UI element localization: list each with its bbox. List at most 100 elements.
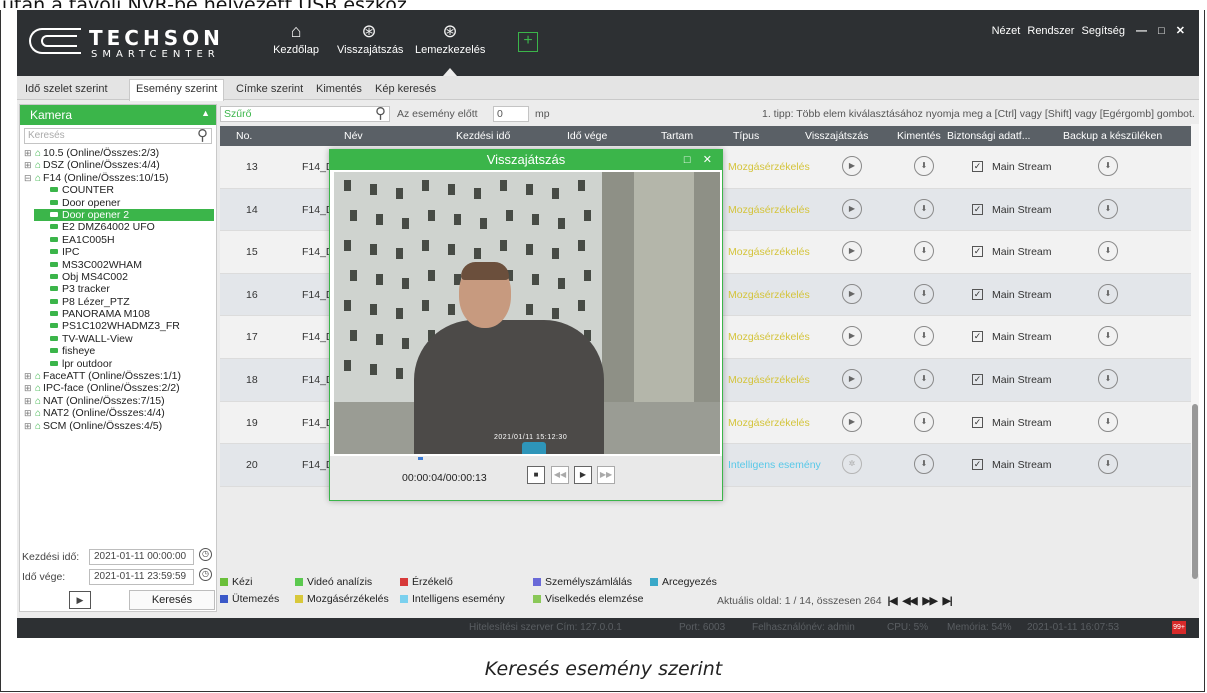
tree-camera-node[interactable]: P8 Lézer_PTZ <box>20 296 216 308</box>
tree-camera-node[interactable]: TV-WALL-View <box>20 333 216 345</box>
stream-checkbox[interactable]: ✓ <box>972 288 983 300</box>
expand-icon[interactable]: ⊟ <box>24 172 33 184</box>
menu-help[interactable]: Segítség <box>1082 25 1125 37</box>
tree-group-node[interactable]: ⊞ ⌂ NAT (Online/Összes:7/15) <box>20 395 216 407</box>
legend-item[interactable]: Érzékelő <box>400 576 453 588</box>
legend-item[interactable]: Kézi <box>220 576 252 588</box>
device-backup-icon[interactable]: ⬇ <box>1098 283 1118 304</box>
column-header[interactable]: Kimentés <box>897 130 941 142</box>
collapse-icon[interactable]: ▲ <box>201 108 210 118</box>
maximize-icon[interactable]: □ <box>1158 25 1165 37</box>
playback-icon[interactable]: ▶ <box>842 368 862 389</box>
next-page-icon[interactable]: ▶▶ <box>923 595 938 607</box>
first-page-icon[interactable]: |◀ <box>888 595 898 607</box>
scroll-thumb[interactable] <box>1192 404 1198 579</box>
minimize-icon[interactable]: — <box>1136 25 1147 37</box>
search-icon[interactable]: ⚲ <box>375 104 386 122</box>
menu-view[interactable]: Nézet <box>992 25 1021 37</box>
tree-camera-node[interactable]: PS1C102WHADMZ3_FR <box>20 320 216 332</box>
column-header[interactable]: Tartam <box>661 130 693 142</box>
device-backup-icon[interactable]: ⬇ <box>1098 454 1118 475</box>
tab-by-label[interactable]: Címke szerint <box>230 80 309 100</box>
legend-item[interactable]: Arcegyezés <box>650 576 717 588</box>
device-backup-icon[interactable]: ⬇ <box>1098 198 1118 219</box>
tree-camera-node[interactable]: COUNTER <box>20 184 216 196</box>
tree-camera-node[interactable]: Door opener 2 <box>34 208 214 222</box>
last-page-icon[interactable]: ▶| <box>943 595 953 607</box>
column-header[interactable]: Kezdési idő <box>456 130 510 142</box>
tree-camera-node[interactable]: P3 tracker <box>20 283 216 295</box>
expand-icon[interactable]: ⊞ <box>24 395 33 407</box>
expand-icon[interactable]: ⊞ <box>24 382 33 394</box>
tree-camera-node[interactable]: E2 DMZ64002 UFO <box>20 221 216 233</box>
search-button[interactable]: Keresés <box>129 590 215 610</box>
add-tab-button[interactable]: + <box>518 32 538 52</box>
tree-camera-node[interactable]: MS3C002WHAM <box>20 259 216 271</box>
nav-home[interactable]: ⌂ Kezdőlap <box>271 18 321 68</box>
stop-icon[interactable]: ■ <box>527 466 545 484</box>
rewind-icon[interactable]: ◀◀ <box>551 466 569 484</box>
download-icon[interactable]: ⬇ <box>914 326 934 347</box>
device-backup-icon[interactable]: ⬇ <box>1098 368 1118 389</box>
close-icon[interactable]: ✕ <box>1176 25 1185 37</box>
tree-camera-node[interactable]: PANORAMA M108 <box>20 308 216 320</box>
clock-icon[interactable]: ◷ <box>199 568 212 581</box>
download-icon[interactable]: ⬇ <box>914 411 934 432</box>
tab-image-search[interactable]: Kép keresés <box>369 80 442 100</box>
clock-icon[interactable]: ◷ <box>199 548 212 561</box>
playback-icon[interactable]: ▶ <box>842 156 862 176</box>
playback-icon[interactable]: ▶ <box>842 326 862 347</box>
tree-camera-node[interactable]: Door opener <box>20 197 216 209</box>
playback-icon[interactable]: ▶ <box>842 411 862 432</box>
nav-disk[interactable]: ⊛ Lemezkezelés <box>415 18 485 76</box>
expand-icon[interactable]: ⊞ <box>24 159 33 171</box>
device-backup-icon[interactable]: ⬇ <box>1098 156 1118 176</box>
download-icon[interactable]: ⬇ <box>914 368 934 389</box>
camera-search-input[interactable]: Keresés ⚲ <box>24 126 212 144</box>
search-icon[interactable]: ⚲ <box>197 126 208 144</box>
legend-item[interactable]: Személyszámlálás <box>533 576 632 588</box>
tree-camera-node[interactable]: IPC <box>20 246 216 258</box>
menu-system[interactable]: Rendszer <box>1027 25 1074 37</box>
column-header[interactable]: Típus <box>733 130 759 142</box>
tree-group-node[interactable]: ⊞ ⌂ DSZ (Online/Összes:4/4) <box>20 159 216 171</box>
column-header[interactable]: Biztonsági adatf... <box>947 130 1030 142</box>
end-time-input[interactable]: 2021-01-11 23:59:59 <box>89 569 194 585</box>
tree-camera-node[interactable]: fisheye <box>20 345 216 357</box>
tree-camera-node[interactable]: EA1C005H <box>20 234 216 246</box>
tree-group-node[interactable]: ⊟ ⌂ F14 (Online/Összes:10/15) <box>20 172 216 184</box>
download-icon[interactable]: ⬇ <box>914 241 934 262</box>
progress-marker[interactable] <box>418 457 423 460</box>
playback-icon[interactable]: ▶ <box>842 198 862 219</box>
legend-item[interactable]: Videó analízis <box>295 576 372 588</box>
tree-group-node[interactable]: ⊞ ⌂ NAT2 (Online/Összes:4/4) <box>20 407 216 419</box>
column-header[interactable]: Név <box>344 130 363 142</box>
legend-item[interactable]: Mozgásérzékelés <box>295 593 389 605</box>
tree-group-node[interactable]: ⊞ ⌂ 10.5 (Online/Összes:2/3) <box>20 147 216 159</box>
stream-checkbox[interactable]: ✓ <box>972 373 983 385</box>
column-header[interactable]: Backup a készüléken <box>1063 130 1162 142</box>
expand-icon[interactable]: ⊞ <box>24 370 33 382</box>
prev-page-icon[interactable]: ◀◀ <box>902 595 917 607</box>
close-icon[interactable]: ✕ <box>703 154 712 166</box>
fast-forward-icon[interactable]: ▶▶ <box>597 466 615 484</box>
maximize-icon[interactable]: □ <box>684 154 691 166</box>
tree-group-node[interactable]: ⊞ ⌂ SCM (Online/Összes:4/5) <box>20 420 216 432</box>
device-backup-icon[interactable]: ⬇ <box>1098 241 1118 262</box>
filter-input[interactable]: Szűrő ⚲ <box>220 104 390 122</box>
expand-icon[interactable]: ⊞ <box>24 147 33 159</box>
playback-icon[interactable]: ▶ <box>842 241 862 262</box>
legend-item[interactable]: Intelligens esemény <box>400 593 505 605</box>
alarm-badge[interactable]: 99+ <box>1172 621 1186 634</box>
device-backup-icon[interactable]: ⬇ <box>1098 411 1118 432</box>
tab-by-time[interactable]: Idő szelet szerint <box>19 80 114 100</box>
nav-playback[interactable]: ⊛ Visszajátszás <box>337 18 403 68</box>
tree-camera-node[interactable]: Obj MS4C002 <box>20 271 216 283</box>
tab-by-event[interactable]: Esemény szerint <box>129 79 225 101</box>
download-icon[interactable]: ⬇ <box>914 156 934 176</box>
legend-item[interactable]: Viselkedés elemzése <box>533 593 643 605</box>
expand-icon[interactable]: ⊞ <box>24 407 33 419</box>
column-header[interactable]: Visszajátszás <box>805 130 868 142</box>
playback-icon[interactable]: ▶ <box>842 283 862 304</box>
playback-icon[interactable]: ✲ <box>842 454 862 475</box>
